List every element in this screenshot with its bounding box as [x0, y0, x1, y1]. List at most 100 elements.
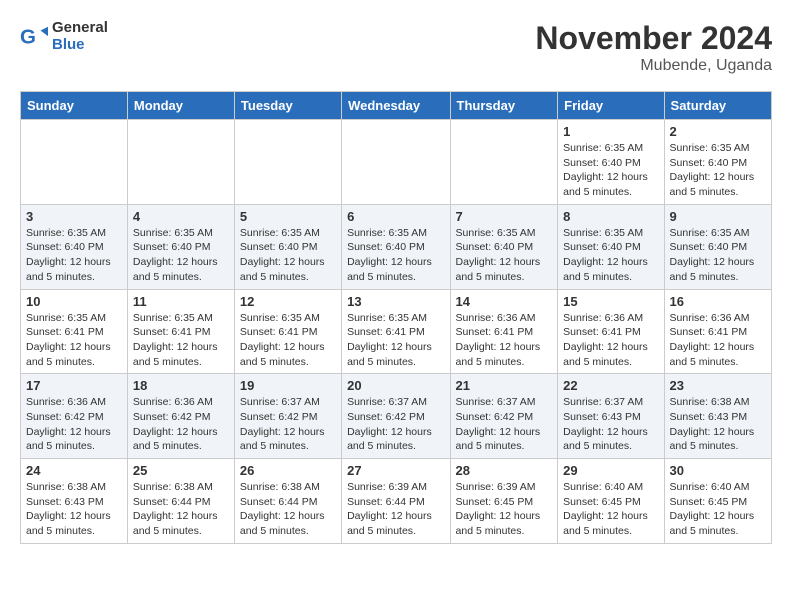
day-info: Sunrise: 6:35 AM Sunset: 6:41 PM Dayligh…	[347, 311, 444, 370]
day-info: Sunrise: 6:35 AM Sunset: 6:41 PM Dayligh…	[133, 311, 229, 370]
calendar-cell: 13Sunrise: 6:35 AM Sunset: 6:41 PM Dayli…	[342, 289, 450, 374]
day-number: 12	[240, 294, 336, 309]
day-number: 30	[670, 463, 766, 478]
calendar-cell: 1Sunrise: 6:35 AM Sunset: 6:40 PM Daylig…	[558, 120, 664, 205]
calendar-cell: 19 Sunrise: 6:37 AM Sunset: 6:42 PM Dayli…	[234, 374, 341, 459]
calendar-cell: 5 Sunrise: 6:35 AM Sunset: 6:40 PM Daylig…	[234, 204, 341, 289]
day-number: 11	[133, 294, 229, 309]
weekday-header-row: SundayMondayTuesdayWednesdayThursdayFrid…	[21, 92, 772, 120]
day-info: Sunrise: 6:38 AM Sunset: 6:43 PM Dayligh…	[670, 395, 766, 454]
weekday-header-monday: Monday	[127, 92, 234, 120]
day-number: 29	[563, 463, 658, 478]
weekday-header-sunday: Sunday	[21, 92, 128, 120]
day-number: 27	[347, 463, 444, 478]
svg-text:G: G	[20, 25, 36, 48]
day-number: 4	[133, 209, 229, 224]
day-info: Sunrise: 6:36 AM Sunset: 6:41 PM Dayligh…	[456, 311, 553, 370]
calendar-table: SundayMondayTuesdayWednesdayThursdayFrid…	[20, 91, 772, 544]
location: Mubende, Uganda	[535, 57, 772, 75]
day-number: 6	[347, 209, 444, 224]
calendar-week-row: 10Sunrise: 6:35 AM Sunset: 6:41 PM Dayli…	[21, 289, 772, 374]
day-number: 8	[563, 209, 658, 224]
day-number: 28	[456, 463, 553, 478]
calendar-cell: 11 Sunrise: 6:35 AM Sunset: 6:41 PM Dayli…	[127, 289, 234, 374]
calendar-cell	[21, 120, 128, 205]
calendar-cell	[450, 120, 558, 205]
calendar-cell: 12 Sunrise: 6:35 AM Sunset: 6:41 PM Dayli…	[234, 289, 341, 374]
calendar-cell: 14 Sunrise: 6:36 AM Sunset: 6:41 PM Dayli…	[450, 289, 558, 374]
calendar-week-row: 24Sunrise: 6:38 AM Sunset: 6:43 PM Dayli…	[21, 459, 772, 544]
calendar-cell: 17Sunrise: 6:36 AM Sunset: 6:42 PM Dayli…	[21, 374, 128, 459]
day-info: Sunrise: 6:39 AM Sunset: 6:45 PM Dayligh…	[456, 480, 553, 539]
day-info: Sunrise: 6:38 AM Sunset: 6:44 PM Dayligh…	[133, 480, 229, 539]
calendar-cell: 26 Sunrise: 6:38 AM Sunset: 6:44 PM Dayli…	[234, 459, 341, 544]
day-number: 14	[456, 294, 553, 309]
day-number: 23	[670, 378, 766, 393]
calendar-cell: 20 Sunrise: 6:37 AM Sunset: 6:42 PM Dayli…	[342, 374, 450, 459]
day-number: 17	[26, 378, 122, 393]
day-number: 15	[563, 294, 658, 309]
weekday-header-saturday: Saturday	[664, 92, 771, 120]
day-info: Sunrise: 6:35 AM Sunset: 6:40 PM Dayligh…	[670, 226, 766, 285]
day-number: 19	[240, 378, 336, 393]
day-info: Sunrise: 6:39 AM Sunset: 6:44 PM Dayligh…	[347, 480, 444, 539]
calendar-cell: 21Sunrise: 6:37 AM Sunset: 6:42 PM Dayli…	[450, 374, 558, 459]
day-number: 2	[670, 124, 766, 139]
day-number: 20	[347, 378, 444, 393]
day-info: Sunrise: 6:35 AM Sunset: 6:40 PM Dayligh…	[670, 141, 766, 200]
day-number: 9	[670, 209, 766, 224]
day-number: 5	[240, 209, 336, 224]
day-info: Sunrise: 6:35 AM Sunset: 6:40 PM Dayligh…	[347, 226, 444, 285]
weekday-header-tuesday: Tuesday	[234, 92, 341, 120]
weekday-header-friday: Friday	[558, 92, 664, 120]
logo-icon: G	[20, 23, 48, 51]
logo-general-text: General	[52, 20, 108, 37]
day-info: Sunrise: 6:37 AM Sunset: 6:42 PM Dayligh…	[240, 395, 336, 454]
day-number: 26	[240, 463, 336, 478]
calendar-cell: 4 Sunrise: 6:35 AM Sunset: 6:40 PM Daylig…	[127, 204, 234, 289]
day-number: 7	[456, 209, 553, 224]
calendar-cell: 7Sunrise: 6:35 AM Sunset: 6:40 PM Daylig…	[450, 204, 558, 289]
page-header: G General Blue November 2024 Mubende, Ug…	[20, 20, 772, 75]
day-info: Sunrise: 6:35 AM Sunset: 6:40 PM Dayligh…	[240, 226, 336, 285]
day-info: Sunrise: 6:37 AM Sunset: 6:42 PM Dayligh…	[456, 395, 553, 454]
calendar-cell: 27 Sunrise: 6:39 AM Sunset: 6:44 PM Dayli…	[342, 459, 450, 544]
calendar-cell	[234, 120, 341, 205]
calendar-week-row: 1 Sunrise: 6:35 AM Sunset: 6:40 PM Daylig…	[21, 120, 772, 205]
day-info: Sunrise: 6:35 AM Sunset: 6:41 PM Dayligh…	[240, 311, 336, 370]
calendar-cell: 16 Sunrise: 6:36 AM Sunset: 6:41 PM Dayli…	[664, 289, 771, 374]
day-info: Sunrise: 6:35 AM Sunset: 6:40 PM Dayligh…	[26, 226, 122, 285]
day-info: Sunrise: 6:35 AM Sunset: 6:40 PM Dayligh…	[133, 226, 229, 285]
calendar-cell: 10Sunrise: 6:35 AM Sunset: 6:41 PM Dayli…	[21, 289, 128, 374]
calendar-cell: 3 Sunrise: 6:35 AM Sunset: 6:40 PM Daylig…	[21, 204, 128, 289]
calendar-cell: 22 Sunrise: 6:37 AM Sunset: 6:43 PM Dayli…	[558, 374, 664, 459]
day-number: 24	[26, 463, 122, 478]
day-info: Sunrise: 6:35 AM Sunset: 6:41 PM Dayligh…	[26, 311, 122, 370]
day-info: Sunrise: 6:38 AM Sunset: 6:44 PM Dayligh…	[240, 480, 336, 539]
day-info: Sunrise: 6:36 AM Sunset: 6:41 PM Dayligh…	[563, 311, 658, 370]
month-title: November 2024	[535, 20, 772, 57]
day-number: 1	[563, 124, 658, 139]
day-info: Sunrise: 6:37 AM Sunset: 6:42 PM Dayligh…	[347, 395, 444, 454]
day-number: 16	[670, 294, 766, 309]
day-info: Sunrise: 6:36 AM Sunset: 6:41 PM Dayligh…	[670, 311, 766, 370]
calendar-week-row: 17 Sunrise: 6:36 AM Sunset: 6:42 PM Dayli…	[21, 374, 772, 459]
day-number: 22	[563, 378, 658, 393]
title-block: November 2024 Mubende, Uganda	[535, 20, 772, 75]
day-info: Sunrise: 6:36 AM Sunset: 6:42 PM Dayligh…	[133, 395, 229, 454]
calendar-cell: 29Sunrise: 6:40 AM Sunset: 6:45 PM Dayli…	[558, 459, 664, 544]
weekday-header-thursday: Thursday	[450, 92, 558, 120]
calendar-cell: 24Sunrise: 6:38 AM Sunset: 6:43 PM Dayli…	[21, 459, 128, 544]
calendar-cell: 6 Sunrise: 6:35 AM Sunset: 6:40 PM Daylig…	[342, 204, 450, 289]
calendar-cell: 15 Sunrise: 6:36 AM Sunset: 6:41 PM Dayli…	[558, 289, 664, 374]
weekday-header-wednesday: Wednesday	[342, 92, 450, 120]
calendar-cell: 2 Sunrise: 6:35 AM Sunset: 6:40 PM Daylig…	[664, 120, 771, 205]
day-number: 3	[26, 209, 122, 224]
day-info: Sunrise: 6:37 AM Sunset: 6:43 PM Dayligh…	[563, 395, 658, 454]
logo-blue-text: Blue	[52, 37, 108, 54]
calendar-cell: 23 Sunrise: 6:38 AM Sunset: 6:43 PM Dayli…	[664, 374, 771, 459]
logo: G General Blue	[20, 20, 108, 53]
day-number: 25	[133, 463, 229, 478]
calendar-cell: 30Sunrise: 6:40 AM Sunset: 6:45 PM Dayli…	[664, 459, 771, 544]
day-number: 18	[133, 378, 229, 393]
